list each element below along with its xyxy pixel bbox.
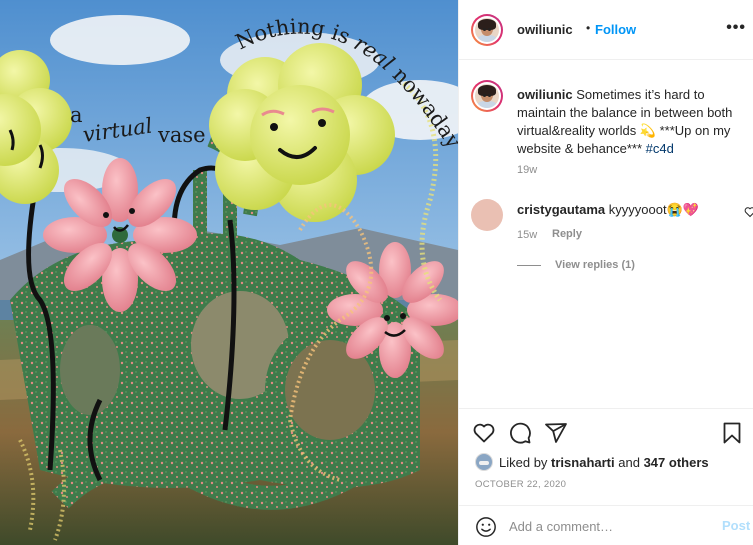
post-comment-button[interactable]: Post	[722, 518, 750, 533]
share-icon[interactable]	[544, 421, 568, 445]
liked-by-prefix: Liked by	[499, 454, 548, 470]
comment-text-block: cristygautama kyyyyooot😭💖	[517, 201, 699, 219]
post-image[interactable]: Nothing is real nowadays anyway a virtua…	[0, 0, 458, 545]
commenter-avatar[interactable]	[471, 199, 503, 231]
header-separator: •	[586, 21, 591, 35]
artwork-svg: Nothing is real nowadays anyway a virtua…	[0, 0, 458, 545]
view-replies-label: View replies (1)	[555, 259, 635, 271]
replies-divider	[517, 264, 541, 266]
hashtag-link[interactable]: #c4d	[646, 141, 674, 156]
bookmark-icon[interactable]	[720, 421, 744, 445]
more-options-icon[interactable]: •••	[726, 19, 746, 37]
caption-avatar[interactable]	[471, 80, 503, 112]
liked-by-user[interactable]: trisnaharti	[551, 455, 615, 470]
likes-row: Liked by trisnaharti and 347 others	[475, 453, 709, 471]
emoji-icon[interactable]	[475, 516, 497, 538]
post-date[interactable]: OCTOBER 22, 2020	[475, 479, 566, 490]
comment-icon[interactable]	[508, 421, 532, 445]
author-avatar[interactable]	[471, 14, 503, 46]
follow-button[interactable]: Follow	[595, 22, 636, 37]
commenter-username[interactable]: cristygautama	[517, 202, 605, 217]
liker-avatar[interactable]	[475, 453, 493, 471]
caption-text-block: owiliunic Sometimes it’s hard to maintai…	[517, 86, 749, 158]
small-heart-icon[interactable]	[744, 206, 753, 218]
add-comment-bar: Post	[459, 505, 753, 545]
heart-icon[interactable]	[472, 421, 496, 445]
caption-username[interactable]: owiliunic	[517, 87, 573, 102]
art-text-vase: vase	[157, 123, 206, 147]
caption-timestamp[interactable]: 19w	[517, 164, 537, 176]
view-replies-button[interactable]: View replies (1)	[517, 259, 635, 271]
post-header: owiliunic • Follow •••	[459, 0, 753, 60]
add-comment-input[interactable]	[509, 514, 709, 538]
reply-button[interactable]: Reply	[552, 228, 582, 240]
likes-and: and	[618, 454, 640, 470]
comment-timestamp[interactable]: 15w	[517, 229, 537, 241]
instagram-post: Nothing is real nowadays anyway a virtua…	[0, 0, 753, 545]
post-side-panel: owiliunic • Follow ••• owiliunic Sometim…	[458, 0, 753, 545]
comment-text: kyyyyooot😭💖	[608, 202, 699, 217]
likes-others[interactable]: 347 others	[644, 455, 709, 470]
likes-text: Liked by trisnaharti and 347 others	[499, 455, 709, 470]
author-username[interactable]: owiliunic	[517, 22, 573, 37]
post-actions-section: Liked by trisnaharti and 347 others OCTO…	[459, 408, 753, 545]
